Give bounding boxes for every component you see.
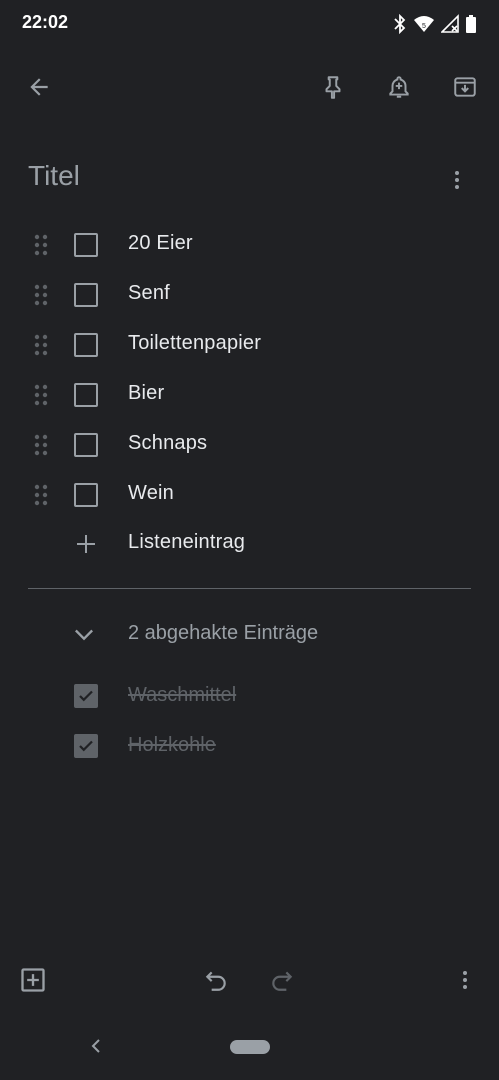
list-item[interactable]: Bier xyxy=(0,370,499,420)
note-title-input[interactable]: Titel xyxy=(28,160,80,192)
more-vert-icon xyxy=(455,171,459,189)
checked-item-text[interactable]: Waschmittel xyxy=(128,684,236,707)
back-button[interactable] xyxy=(15,63,63,111)
drag-handle-icon xyxy=(34,334,48,356)
drag-handle-icon xyxy=(34,434,48,456)
check-icon xyxy=(79,690,93,702)
item-checkbox[interactable] xyxy=(74,333,98,357)
add-content-button[interactable] xyxy=(9,956,57,1004)
status-time: 22:02 xyxy=(22,12,69,32)
pin-icon xyxy=(325,76,341,99)
chevron-left-icon xyxy=(91,1039,100,1053)
list-item-text[interactable]: 20 Eier xyxy=(128,232,193,255)
check-icon xyxy=(79,740,93,752)
more-vert-icon xyxy=(463,971,467,989)
item-checkbox[interactable] xyxy=(74,483,98,507)
item-checkbox[interactable] xyxy=(74,383,98,407)
item-checkbox[interactable] xyxy=(74,283,98,307)
pin-button[interactable] xyxy=(309,63,357,111)
list-item-text[interactable]: Bier xyxy=(128,382,164,405)
list-item[interactable]: Toilettenpapier xyxy=(0,320,499,370)
item-checkbox[interactable] xyxy=(74,433,98,457)
drag-handle[interactable] xyxy=(33,384,49,411)
svg-text:5: 5 xyxy=(422,23,426,30)
bottom-more-button[interactable] xyxy=(441,956,489,1004)
undo-button[interactable] xyxy=(192,956,240,1004)
drag-handle-icon xyxy=(34,384,48,406)
list-item[interactable]: Schnaps xyxy=(0,420,499,470)
add-box-icon xyxy=(21,968,45,992)
list-item-text[interactable]: Wein xyxy=(128,482,174,505)
bell-add-icon xyxy=(389,76,409,98)
drag-handle[interactable] xyxy=(33,234,49,261)
checked-item-text[interactable]: Holzkohle xyxy=(128,734,216,757)
item-checkbox[interactable] xyxy=(74,233,98,257)
add-list-item-button[interactable]: Listeneintrag xyxy=(0,519,499,569)
list-item[interactable]: Senf xyxy=(0,270,499,320)
battery-icon xyxy=(466,15,476,33)
list-item-text[interactable]: Senf xyxy=(128,282,170,305)
undo-icon xyxy=(205,971,226,991)
drag-handle[interactable] xyxy=(33,434,49,461)
arrow-back-icon xyxy=(30,78,48,96)
list-item-text[interactable]: Schnaps xyxy=(128,432,207,455)
signal-icon xyxy=(441,14,459,33)
archive-button[interactable] xyxy=(441,63,489,111)
system-back-button[interactable] xyxy=(84,1034,108,1058)
plus-icon xyxy=(77,535,95,553)
wifi-icon: 5 xyxy=(414,16,434,32)
item-checkbox-checked[interactable] xyxy=(74,734,98,758)
list-item-text[interactable]: Toilettenpapier xyxy=(128,332,261,355)
bluetooth-icon xyxy=(394,14,406,34)
add-list-item-label: Listeneintrag xyxy=(128,531,246,553)
reminder-button[interactable] xyxy=(375,63,423,111)
collapse-checked-button[interactable] xyxy=(70,620,100,650)
checked-items-header[interactable]: 2 abgehakte Einträge xyxy=(128,622,318,645)
redo-icon xyxy=(272,971,293,991)
drag-handle[interactable] xyxy=(33,484,49,511)
home-pill[interactable] xyxy=(230,1040,270,1054)
archive-icon xyxy=(454,77,476,97)
list-item[interactable]: Wein xyxy=(0,470,499,520)
divider xyxy=(28,588,471,589)
item-checkbox-checked[interactable] xyxy=(74,684,98,708)
list-item[interactable]: 20 Eier xyxy=(0,220,499,270)
drag-handle[interactable] xyxy=(33,284,49,311)
drag-handle-icon xyxy=(34,484,48,506)
title-more-button[interactable] xyxy=(433,156,481,204)
drag-handle-icon xyxy=(34,234,48,256)
checked-list-item[interactable]: Waschmittel xyxy=(0,672,499,722)
chevron-down-icon xyxy=(75,629,93,641)
drag-handle[interactable] xyxy=(33,334,49,361)
drag-handle-icon xyxy=(34,284,48,306)
redo-button[interactable] xyxy=(258,956,306,1004)
status-icons: 5 xyxy=(393,12,477,36)
checked-list-item[interactable]: Holzkohle xyxy=(0,722,499,772)
